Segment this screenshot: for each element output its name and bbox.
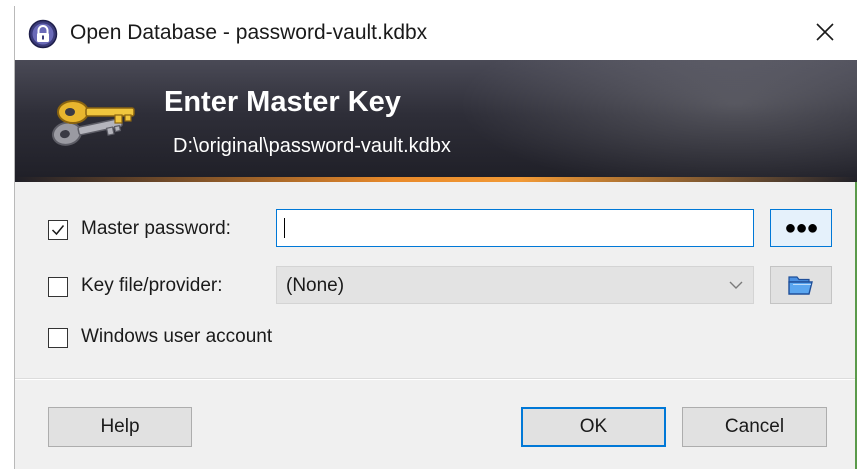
show-password-label: ●●● — [784, 217, 818, 239]
open-database-dialog: Open Database - password-vault.kdbx Ente… — [14, 6, 857, 469]
banner-gloss — [435, 60, 857, 182]
master-password-input[interactable] — [276, 209, 754, 247]
keepass-lock-icon — [28, 19, 58, 49]
database-path: D:\original\password-vault.kdbx — [173, 135, 451, 157]
windows-account-checkbox[interactable] — [48, 328, 68, 348]
windows-account-label: Windows user account — [81, 326, 273, 347]
key-file-label: Key file/provider: — [81, 275, 223, 296]
master-password-label: Master password: — [81, 218, 231, 239]
browse-key-file-button[interactable] — [770, 266, 832, 304]
title-bar: Open Database - password-vault.kdbx — [15, 6, 857, 60]
header-banner: Enter Master Key D:\original\password-va… — [15, 60, 857, 182]
text-caret — [284, 218, 285, 238]
checkmark-icon — [51, 225, 65, 236]
key-file-selected-value: (None) — [286, 275, 345, 296]
show-password-button[interactable]: ●●● — [770, 209, 832, 247]
close-icon — [816, 23, 834, 41]
footer-separator-highlight — [15, 379, 857, 380]
help-button[interactable]: Help — [48, 407, 192, 447]
ok-button[interactable]: OK — [521, 407, 666, 447]
banner-accent-line — [15, 177, 857, 182]
key-icon — [51, 100, 135, 146]
close-button[interactable] — [802, 11, 848, 53]
cancel-button[interactable]: Cancel — [682, 407, 827, 447]
key-file-checkbox[interactable] — [48, 277, 68, 297]
key-file-select[interactable]: (None) — [276, 266, 754, 304]
banner-title: Enter Master Key — [164, 86, 401, 118]
window-title: Open Database - password-vault.kdbx — [70, 21, 428, 44]
chevron-down-icon — [729, 281, 743, 289]
master-password-checkbox[interactable] — [48, 220, 68, 240]
folder-open-icon — [788, 276, 813, 295]
